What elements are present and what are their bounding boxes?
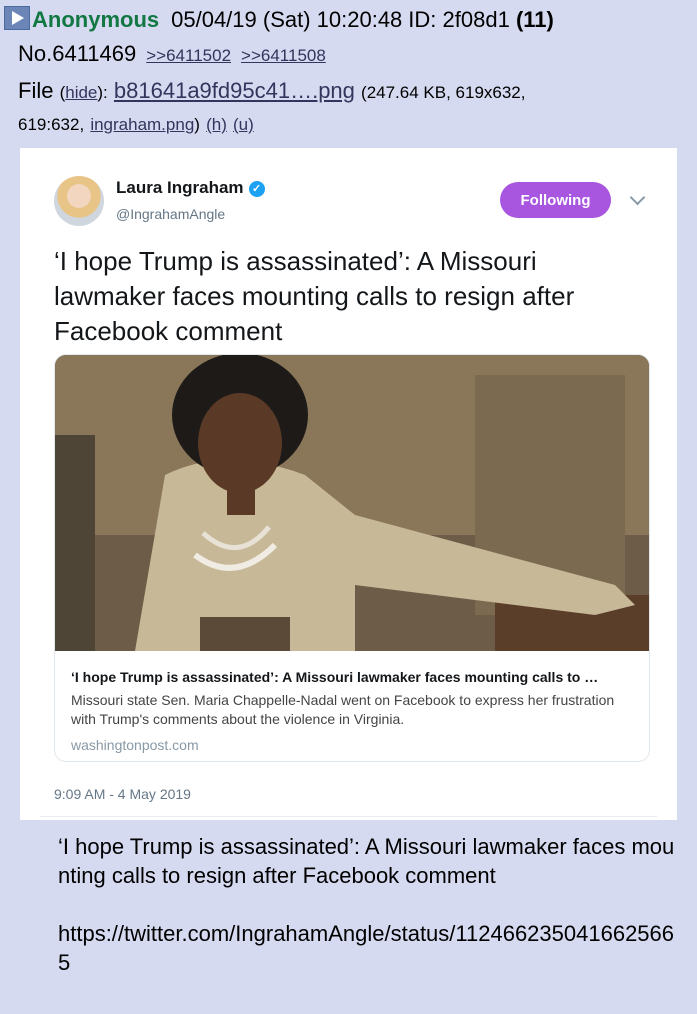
following-button: Following <box>500 182 611 218</box>
card-title: ‘I hope Trump is assassinated’: A Missou… <box>71 669 599 685</box>
divider <box>40 816 657 817</box>
tweet-timestamp: 9:09 AM - 4 May 2019 <box>54 786 191 802</box>
original-filename-link[interactable]: ingraham.png <box>90 115 194 134</box>
file-size-dims: (247.64 KB, 619x632, <box>361 83 526 102</box>
hide-file-link[interactable]: hide <box>65 83 97 102</box>
tweet-handle: @IngrahamAngle <box>116 206 226 222</box>
imageboard-post: Anonymous 05/04/19 (Sat) 10:20:48 ID: 2f08… <box>0 0 697 1014</box>
file-aspect: 619:632, <box>18 115 85 134</box>
tweet-user-name-text: Laura Ingraham <box>116 178 244 197</box>
file-label: File <box>18 78 54 103</box>
id-post-count: (11) <box>515 7 554 32</box>
post-number-line: No.6411469 >>6411502 >>6411508 <box>18 40 326 70</box>
file-info: File (hide): b81641a9fd95c41….png (247.6… <box>18 78 526 134</box>
chevron-down-icon <box>629 189 646 206</box>
avatar <box>54 176 104 226</box>
attached-image-tweet-screenshot[interactable]: Laura Ingraham ✓ @IngrahamAngle Following… <box>20 148 677 820</box>
reply-link-2[interactable]: >>6411508 <box>241 46 326 65</box>
post-header: Anonymous 05/04/19 (Sat) 10:20:48 ID: 2f08… <box>0 6 554 34</box>
tweet-user-name: Laura Ingraham ✓ <box>116 178 265 198</box>
post-message: ‘I hope Trump is assassinated’: A Missou… <box>58 834 675 975</box>
card-domain: washingtonpost.com <box>71 737 199 753</box>
post-menu-arrow-icon[interactable] <box>4 6 30 30</box>
tweet-text: ‘I hope Trump is assassinated’: A Missou… <box>54 246 575 346</box>
link-card: ‘I hope Trump is assassinated’: A Missou… <box>54 354 650 762</box>
h-link[interactable]: (h) <box>206 115 227 134</box>
verified-badge-icon: ✓ <box>248 181 265 197</box>
post-number[interactable]: No.6411469 <box>18 41 136 66</box>
card-photo <box>55 355 649 651</box>
poster-name: Anonymous <box>32 7 160 32</box>
u-link[interactable]: (u) <box>233 115 254 134</box>
card-description: Missouri state Sen. Maria Chappelle-Nada… <box>71 692 615 727</box>
reply-link-1[interactable]: >>6411502 <box>146 46 231 65</box>
file-name-link[interactable]: b81641a9fd95c41….png <box>114 78 355 103</box>
post-datetime: 05/04/19 (Sat) 10:20:48 <box>171 7 403 32</box>
poster-id[interactable]: ID: 2f08d1 <box>408 7 510 32</box>
